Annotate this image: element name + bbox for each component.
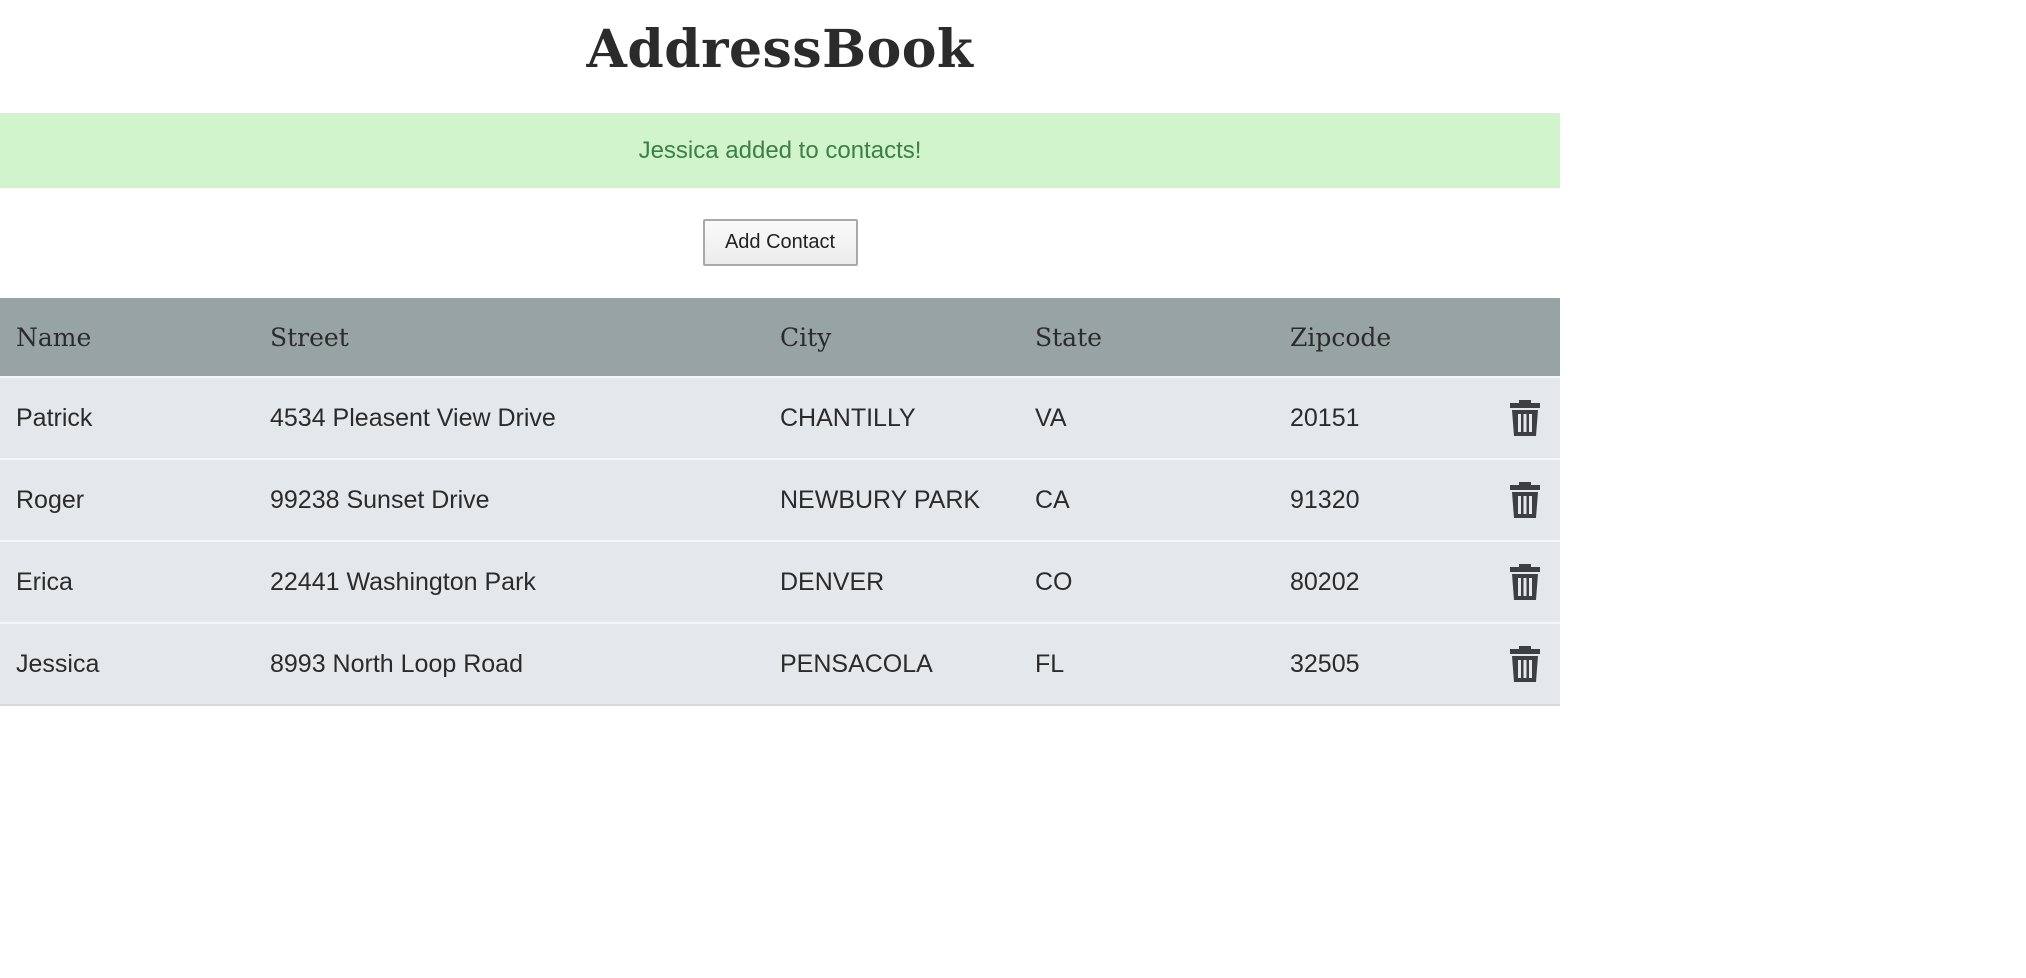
column-header-city: City bbox=[780, 322, 832, 352]
add-contact-button[interactable]: Add Contact bbox=[702, 219, 858, 266]
contacts-table: Name Street City State Zipcode Patrick 4… bbox=[0, 298, 1560, 706]
cell-city: NEWBURY PARK bbox=[780, 485, 981, 514]
cell-street: 99238 Sunset Drive bbox=[270, 485, 490, 514]
cell-street: 8993 North Loop Road bbox=[270, 649, 523, 678]
cell-city: CHANTILLY bbox=[780, 403, 916, 432]
cell-city: PENSACOLA bbox=[780, 649, 933, 678]
cell-zipcode: 91320 bbox=[1290, 485, 1360, 514]
trash-icon[interactable] bbox=[1508, 480, 1542, 520]
column-header-street: Street bbox=[270, 322, 349, 352]
cell-name: Jessica bbox=[16, 649, 100, 678]
cell-state: FL bbox=[1035, 649, 1065, 678]
column-header-state: State bbox=[1035, 322, 1102, 352]
cell-name: Patrick bbox=[16, 403, 93, 432]
cell-name: Roger bbox=[16, 485, 85, 514]
success-alert: Jessica added to contacts! bbox=[0, 113, 1560, 188]
table-row: Erica 22441 Washington Park DENVER CO 80… bbox=[0, 540, 1560, 622]
page-title: AddressBook bbox=[586, 19, 974, 80]
cell-name: Erica bbox=[16, 567, 73, 596]
column-header-zipcode: Zipcode bbox=[1290, 322, 1392, 352]
table-row: Roger 99238 Sunset Drive NEWBURY PARK CA… bbox=[0, 458, 1560, 540]
cell-street: 4534 Pleasent View Drive bbox=[270, 403, 556, 432]
cell-state: CO bbox=[1035, 567, 1073, 596]
trash-icon[interactable] bbox=[1508, 644, 1542, 684]
toolbar: Add Contact bbox=[0, 219, 1560, 266]
column-header-name: Name bbox=[16, 322, 92, 352]
cell-city: DENVER bbox=[780, 567, 885, 596]
trash-icon[interactable] bbox=[1508, 398, 1542, 438]
cell-state: VA bbox=[1035, 403, 1067, 432]
cell-zipcode: 80202 bbox=[1290, 567, 1360, 596]
table-row: Patrick 4534 Pleasent View Drive CHANTIL… bbox=[0, 376, 1560, 458]
cell-zipcode: 32505 bbox=[1290, 649, 1360, 678]
table-row: Jessica 8993 North Loop Road PENSACOLA F… bbox=[0, 622, 1560, 706]
cell-zipcode: 20151 bbox=[1290, 403, 1360, 432]
address-book-page: AddressBook Jessica added to contacts! A… bbox=[0, 0, 2026, 978]
cell-street: 22441 Washington Park bbox=[270, 567, 536, 596]
table-header: Name Street City State Zipcode bbox=[0, 298, 1560, 376]
trash-icon[interactable] bbox=[1508, 562, 1542, 602]
success-alert-message: Jessica added to contacts! bbox=[638, 136, 922, 164]
cell-state: CA bbox=[1035, 485, 1070, 514]
